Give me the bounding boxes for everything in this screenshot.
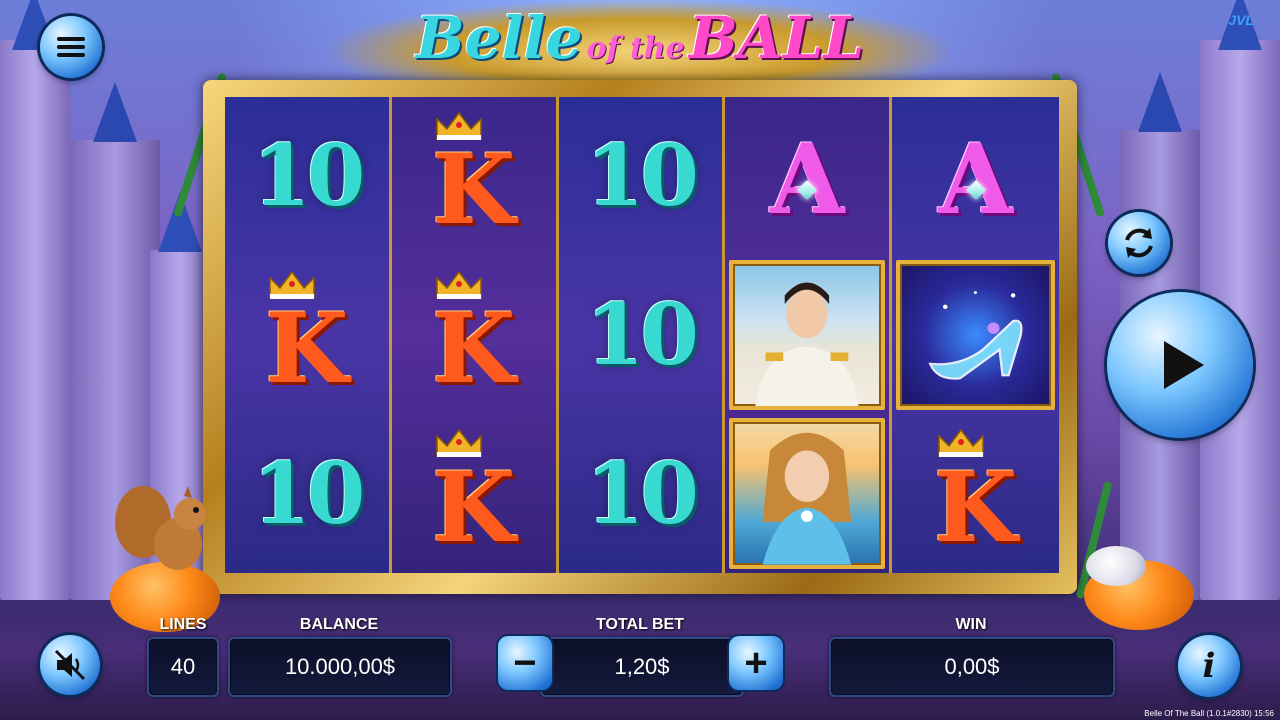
balance-value: 10.000,00$ xyxy=(228,637,452,697)
sound-button[interactable] xyxy=(40,635,100,695)
glass-slipper-portrait-icon xyxy=(896,259,1055,411)
symbol-ten: 10 xyxy=(225,97,389,256)
decrease-bet-button[interactable]: − xyxy=(498,636,552,690)
symbol-ten: 10 xyxy=(559,414,723,573)
info-button[interactable]: i xyxy=(1178,635,1240,697)
spin-button[interactable] xyxy=(1107,292,1253,438)
reel-4: A xyxy=(725,97,893,573)
symbol-ten-label: 10 xyxy=(252,443,365,543)
crown-icon xyxy=(434,428,484,458)
symbol-king-label: K xyxy=(431,133,516,247)
hamburger-icon xyxy=(57,33,85,61)
autoplay-button[interactable] xyxy=(1108,212,1170,274)
mouse-icon xyxy=(1086,546,1146,586)
symbol-king-label: K xyxy=(265,291,349,405)
title-ball: BALL xyxy=(688,4,865,72)
symbol-ten-label: 10 xyxy=(586,126,699,226)
refresh-icon xyxy=(1125,228,1153,258)
info-icon: i xyxy=(1202,646,1216,686)
symbol-ace: A xyxy=(725,97,889,256)
belle-portrait-icon xyxy=(729,418,886,569)
lines-label: LINES xyxy=(159,616,207,633)
reel-5: AK xyxy=(892,97,1059,573)
crown-icon xyxy=(936,428,986,458)
symbol-king-label: K xyxy=(933,450,1018,564)
symbol-king-label: K xyxy=(431,450,516,564)
symbol-ten-label: 10 xyxy=(586,284,699,384)
crown-icon xyxy=(434,111,484,141)
play-icon xyxy=(1164,341,1204,389)
symbol-king: K xyxy=(225,256,389,415)
title-belle: Belle xyxy=(415,4,583,72)
symbol-king: K xyxy=(392,414,556,573)
symbol-ten-label: 10 xyxy=(252,126,365,226)
balance-label: BALANCE xyxy=(299,616,379,633)
lines-value[interactable]: 40 xyxy=(147,637,219,697)
win-value: 0,00$ xyxy=(829,637,1115,697)
title-of-the: of the xyxy=(586,31,685,66)
symbol-glass-slipper xyxy=(892,256,1059,415)
win-label: WIN xyxy=(955,616,987,633)
symbol-prince xyxy=(725,256,889,415)
total-bet-value: 1,20$ xyxy=(540,637,744,697)
increase-bet-button[interactable]: + xyxy=(729,636,783,690)
crown-icon xyxy=(267,270,317,300)
reels-grid: 10K10KKK101010AAK xyxy=(225,97,1059,573)
menu-button[interactable] xyxy=(40,16,102,78)
symbol-ten-label: 10 xyxy=(586,443,699,543)
symbol-king: K xyxy=(392,256,556,415)
title-plate: Belle of theBALL xyxy=(330,0,950,86)
crown-icon xyxy=(434,270,484,300)
symbol-king: K xyxy=(892,414,1059,573)
symbol-ace: A xyxy=(892,97,1059,256)
game-title: Belle of theBALL xyxy=(330,4,950,72)
prince-portrait-icon xyxy=(729,259,886,411)
reel-3: 10 10 10 xyxy=(558,97,726,573)
symbol-ten: 10 xyxy=(559,97,723,256)
total-bet-label: TOTAL BET xyxy=(596,616,684,633)
symbol-belle xyxy=(725,414,889,573)
symbol-king-label: K xyxy=(431,291,516,405)
symbol-king: K xyxy=(392,97,556,256)
reel-1: 10 K 10 xyxy=(225,97,392,573)
symbol-ten: 10 xyxy=(559,256,723,415)
symbol-ten: 10 xyxy=(225,414,389,573)
version-footer: Belle Of The Ball (1.0.1#2830) 15:56 xyxy=(1144,709,1274,718)
brand-logo: JVL xyxy=(1228,12,1254,28)
reel-2: KKK xyxy=(391,97,559,573)
speaker-muted-icon xyxy=(54,649,86,681)
squirrel-icon xyxy=(115,486,206,570)
